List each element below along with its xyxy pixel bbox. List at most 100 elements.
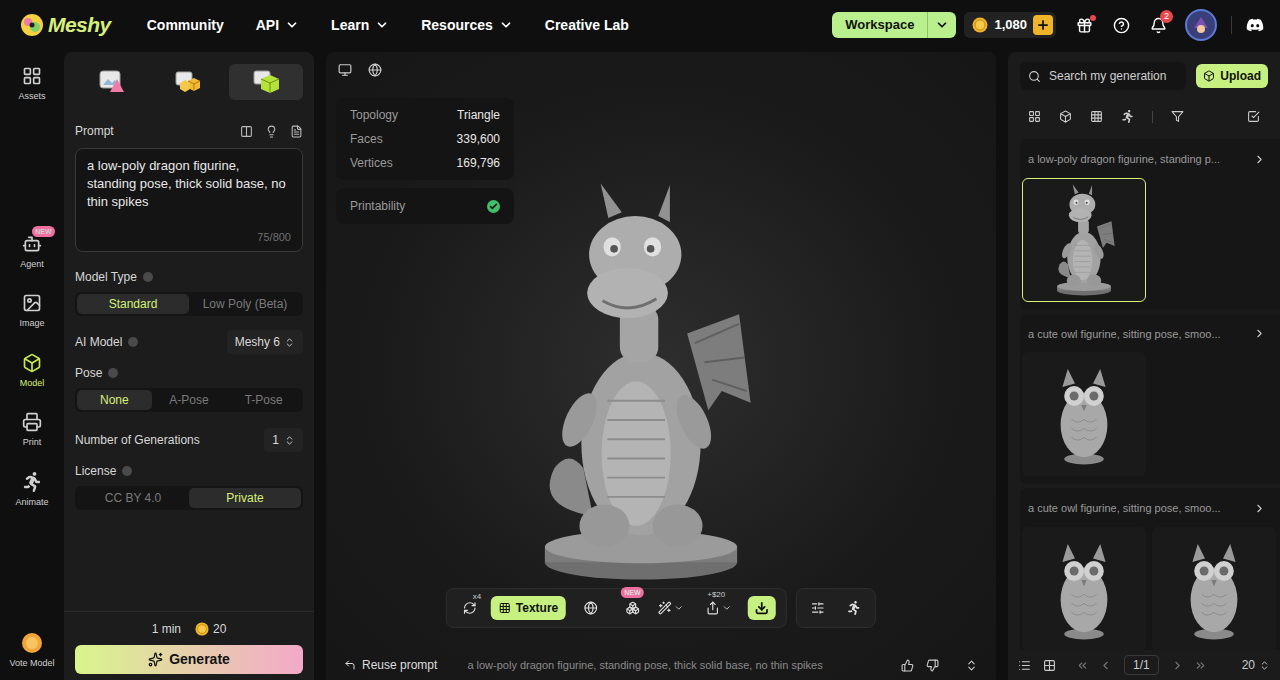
- nav-item[interactable]: API: [256, 15, 299, 36]
- segment-option[interactable]: T-Pose: [226, 390, 301, 410]
- thumbnail[interactable]: [1152, 527, 1276, 651]
- prev-page-icon[interactable]: [1099, 659, 1112, 672]
- generations-select[interactable]: 1: [264, 428, 303, 452]
- generation-card[interactable]: a low-poly dragon figurine, standing p..…: [1020, 139, 1280, 310]
- document-icon[interactable]: [290, 125, 303, 138]
- list-view-icon[interactable]: [1018, 659, 1031, 672]
- segment-option[interactable]: Private: [189, 488, 301, 508]
- layout-icon[interactable]: [240, 125, 253, 138]
- viewport-toolbar: x4 Texture NEW +$20: [446, 588, 876, 628]
- reuse-prompt-button[interactable]: Reuse prompt: [344, 656, 437, 674]
- printability-row: Printability: [336, 188, 514, 224]
- rail-item[interactable]: Model: [20, 353, 45, 391]
- pagination: 1/1 20: [1008, 650, 1280, 680]
- avatar[interactable]: [1185, 9, 1217, 41]
- generate-footer: 1 min20Generate: [64, 611, 314, 680]
- vote-model-button[interactable]: Vote Model: [9, 632, 54, 671]
- sliders-icon[interactable]: [811, 601, 825, 615]
- notifications-button[interactable]: 2: [1150, 17, 1167, 34]
- owl-model: [1048, 534, 1120, 644]
- nav-item[interactable]: Resources: [421, 15, 513, 36]
- share-button[interactable]: +$20: [706, 601, 732, 615]
- generate-button[interactable]: Generate: [75, 645, 303, 674]
- credits-pill[interactable]: 1,080: [964, 12, 1056, 38]
- rig-button[interactable]: [574, 601, 608, 615]
- logo[interactable]: Meshy: [20, 9, 111, 41]
- mode-tab[interactable]: [75, 64, 149, 100]
- page-indicator[interactable]: 1/1: [1124, 655, 1159, 675]
- search-field[interactable]: Search my generation: [1020, 62, 1186, 90]
- segment-option[interactable]: Low Poly (Beta): [189, 294, 301, 314]
- sparkles-icon: [148, 652, 163, 667]
- grid-view-icon[interactable]: [1043, 659, 1056, 672]
- pose-toggle: NoneA-PoseT-Pose: [75, 388, 303, 412]
- segment-option[interactable]: None: [77, 390, 152, 410]
- per-page-select[interactable]: 20: [1242, 656, 1270, 674]
- texture-filter-icon[interactable]: [1090, 110, 1103, 123]
- coin-icon: [972, 17, 988, 33]
- text-to-3d-icon: [251, 69, 281, 95]
- model-filter-icon[interactable]: [1059, 110, 1072, 123]
- dragon-model[interactable]: [516, 174, 766, 589]
- filter-icon[interactable]: [1171, 110, 1184, 123]
- segment-option[interactable]: Standard: [77, 294, 189, 314]
- canvas[interactable]: TopologyTriangleFaces339,600Vertices169,…: [326, 88, 996, 650]
- rail-item[interactable]: Print: [22, 412, 42, 450]
- first-page-icon[interactable]: [1076, 659, 1089, 672]
- next-page-icon[interactable]: [1171, 659, 1184, 672]
- nav-item[interactable]: Community: [147, 15, 224, 36]
- mode-tab[interactable]: [152, 64, 226, 100]
- thumbs-up-icon[interactable]: [901, 659, 914, 672]
- dragon-model[interactable]: [1049, 182, 1119, 298]
- generation-card[interactable]: a cute owl figurine, sitting pose, smoo.…: [1020, 488, 1280, 650]
- effects-button[interactable]: [658, 601, 684, 615]
- globe-icon[interactable]: [368, 63, 382, 77]
- info-icon[interactable]: [128, 337, 138, 347]
- thumbnail[interactable]: [1022, 178, 1146, 302]
- info-icon[interactable]: [143, 272, 153, 282]
- expand-icon[interactable]: [965, 659, 978, 672]
- help-button[interactable]: [1113, 17, 1130, 34]
- mesh-button[interactable]: NEW: [616, 601, 650, 615]
- monitor-icon[interactable]: [338, 63, 352, 77]
- ai-model-select[interactable]: Meshy 6: [227, 330, 303, 354]
- add-credits-button[interactable]: [1033, 15, 1053, 35]
- chevron-down-icon: [674, 603, 684, 613]
- nav-item[interactable]: Learn: [331, 15, 389, 36]
- prompt-field[interactable]: a low-poly dragon figurine, standing pos…: [75, 148, 303, 252]
- info-icon[interactable]: [108, 368, 118, 378]
- segment-option[interactable]: CC BY 4.0: [77, 488, 189, 508]
- viewport: TopologyTriangleFaces339,600Vertices169,…: [326, 52, 996, 680]
- all-icon[interactable]: [1028, 110, 1041, 123]
- animate-icon[interactable]: [847, 601, 861, 615]
- discord-button[interactable]: [1246, 16, 1264, 34]
- lightbulb-icon[interactable]: [265, 125, 278, 138]
- rail-item[interactable]: Animate: [15, 472, 48, 510]
- refresh-icon: [463, 601, 477, 615]
- thumbnail[interactable]: [1022, 352, 1146, 476]
- animation-filter-icon[interactable]: [1121, 110, 1134, 123]
- share-icon: [706, 601, 720, 615]
- gift-button[interactable]: [1076, 17, 1093, 34]
- rail-item[interactable]: Image: [19, 293, 44, 331]
- texture-button[interactable]: Texture: [491, 596, 566, 620]
- thumbnail[interactable]: [1022, 527, 1146, 651]
- remesh-button[interactable]: x4: [457, 601, 483, 615]
- nav-item[interactable]: Creative Lab: [545, 15, 629, 36]
- workspace-button[interactable]: Workspace: [832, 12, 956, 38]
- upload-button[interactable]: Upload: [1196, 64, 1268, 88]
- agent-icon: [22, 234, 42, 254]
- rail-item[interactable]: Assets: [18, 66, 45, 104]
- select-icon[interactable]: [1247, 110, 1260, 123]
- thumbs-down-icon[interactable]: [926, 659, 939, 672]
- mode-tab[interactable]: [229, 64, 303, 100]
- chevron-down-icon: [722, 603, 732, 613]
- download-button[interactable]: [748, 596, 776, 620]
- generation-card[interactable]: a cute owl figurine, sitting pose, smoo.…: [1020, 314, 1280, 485]
- segment-option[interactable]: A-Pose: [152, 390, 227, 410]
- chevron-down-icon: [375, 18, 389, 32]
- info-icon[interactable]: [122, 466, 132, 476]
- rail-item[interactable]: AgentNEW: [20, 234, 44, 272]
- vote-icon: [21, 632, 43, 654]
- last-page-icon[interactable]: [1194, 659, 1207, 672]
